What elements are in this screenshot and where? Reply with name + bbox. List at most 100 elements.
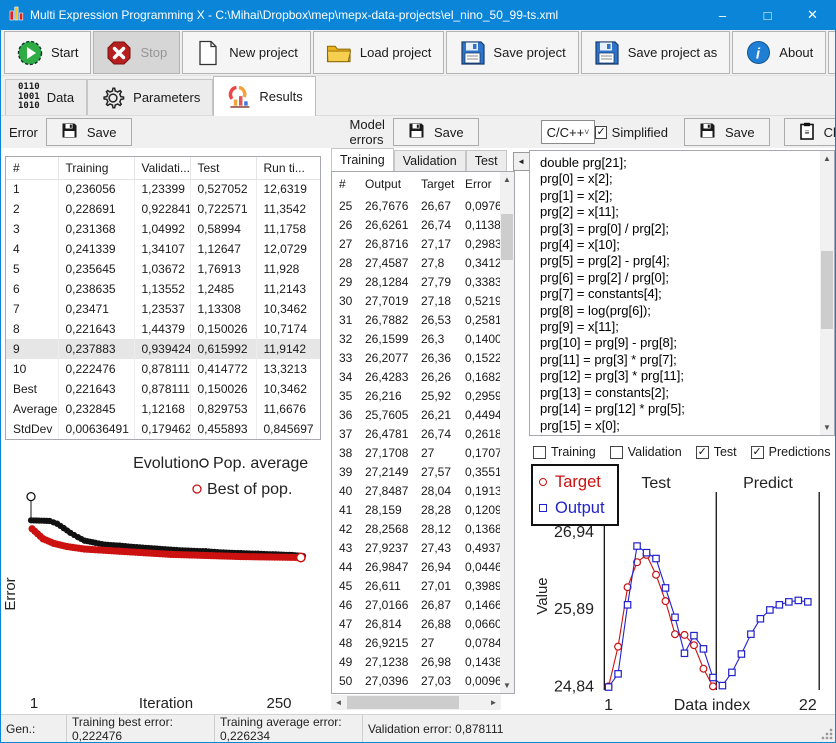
table-row[interactable]: Average0,2328451,121680,82975311,6676: [6, 399, 320, 419]
tab-validation[interactable]: Validation: [394, 150, 466, 171]
model-table-vscrollbar[interactable]: ▲ ▼: [500, 172, 514, 693]
scroll-down-arrow[interactable]: ▼: [820, 420, 834, 435]
tab-parameters[interactable]: Parameters: [87, 79, 213, 115]
training-toggle[interactable]: Training: [533, 445, 596, 459]
test-checkbox[interactable]: ✓: [696, 446, 709, 459]
table-row[interactable]: 4426,984726,940,044650: [332, 557, 500, 576]
table-row[interactable]: 3625,760526,210,449498: [332, 405, 500, 424]
maximize-button[interactable]: □: [745, 0, 790, 30]
clipboard-button[interactable]: ≡ Clipboa: [784, 118, 836, 146]
save-project-as-button[interactable]: Save project as: [581, 31, 731, 74]
close-button[interactable]: ✕: [790, 0, 835, 30]
column-header[interactable]: Training: [58, 157, 134, 179]
start-button[interactable]: Start: [4, 31, 91, 74]
model-table-hscrollbar[interactable]: ◄ ►: [331, 695, 501, 710]
table-row[interactable]: 2928,128427,790,338365: [332, 272, 500, 291]
table-row[interactable]: 2827,458727,80,341298: [332, 253, 500, 272]
column-header[interactable]: Run ti...: [256, 157, 320, 179]
table-row[interactable]: 4027,848728,040,191323: [332, 481, 500, 500]
load-project-button[interactable]: Load project: [313, 31, 445, 74]
validation-checkbox[interactable]: [610, 446, 623, 459]
table-row[interactable]: 20,2286910,9228410,72257111,3542: [6, 199, 320, 219]
table-row[interactable]: 3326,207726,360,152287: [332, 348, 500, 367]
column-header[interactable]: Output: [358, 172, 414, 196]
column-header[interactable]: #: [332, 172, 358, 196]
table-row[interactable]: Best0,2216430,8781110,15002610,3462: [6, 379, 320, 399]
predictions-checkbox[interactable]: ✓: [751, 446, 764, 459]
table-row[interactable]: 4826,9215270,078470: [332, 633, 500, 652]
table-row[interactable]: 100,2224760,8781110,41477213,3213: [6, 359, 320, 379]
table-row[interactable]: 60,2386351,135521,248511,2143: [6, 279, 320, 299]
scroll-up-arrow[interactable]: ▲: [500, 172, 514, 187]
table-row[interactable]: 5027,039627,030,009634: [332, 671, 500, 690]
table-cell: 46: [332, 595, 358, 614]
table-row[interactable]: 4327,923727,430,493738: [332, 538, 500, 557]
scroll-left-arrow[interactable]: ◄: [331, 695, 346, 710]
validation-toggle[interactable]: Validation: [610, 445, 682, 459]
table-row[interactable]: 3027,701927,180,521945: [332, 291, 500, 310]
scroll-right-arrow[interactable]: ►: [486, 695, 501, 710]
predictions-toggle[interactable]: ✓Predictions: [751, 445, 831, 459]
table-row[interactable]: 3726,478126,740,261882: [332, 424, 500, 443]
about-button[interactable]: i About: [732, 31, 826, 74]
scrollbar-thumb[interactable]: [821, 251, 833, 329]
table-cell: 12,6319: [256, 179, 320, 199]
table-row[interactable]: 4128,15928,280,120951: [332, 500, 500, 519]
scrollbar-thumb[interactable]: [347, 696, 459, 709]
column-header[interactable]: Validati...: [134, 157, 190, 179]
column-header[interactable]: Error: [458, 172, 500, 196]
table-row[interactable]: 4726,81426,880,066008: [332, 614, 500, 633]
legend-pop-average: Pop. average: [213, 455, 308, 472]
table-row[interactable]: 90,2378830,9394240,61599211,9142: [6, 339, 320, 359]
table-row[interactable]: 4627,016626,870,146609: [332, 595, 500, 614]
table-row[interactable]: 40,2413391,341071,1264712,0729: [6, 239, 320, 259]
save-project-button[interactable]: Save project: [446, 31, 578, 74]
tab-results[interactable]: Results: [213, 76, 315, 116]
minimize-button[interactable]: –: [700, 0, 745, 30]
table-row[interactable]: 50,2356451,036721,7691311,928: [6, 259, 320, 279]
model-errors-save-button[interactable]: Save: [393, 118, 479, 146]
tab-data[interactable]: 0110 1001 1010 Data: [5, 79, 87, 115]
column-header[interactable]: #: [6, 157, 58, 179]
generated-code-box[interactable]: double prg[21];prg[0] = x[2];prg[1] = x[…: [529, 150, 835, 436]
table-row[interactable]: 3226,159926,30,140062: [332, 329, 500, 348]
updates-button[interactable]: Updates: [828, 31, 836, 74]
column-header[interactable]: Target: [414, 172, 458, 196]
table-row[interactable]: 2626,626126,740,113891: [332, 215, 500, 234]
code-save-button[interactable]: Save: [684, 118, 770, 146]
table-row[interactable]: StdDev0,006364910,1794620,4558930,845697: [6, 419, 320, 439]
table-row[interactable]: 70,234711,235371,1330810,3462: [6, 299, 320, 319]
tab-scroll-left-button[interactable]: ◄: [513, 152, 530, 171]
tab-test[interactable]: Test: [466, 150, 507, 171]
tab-training[interactable]: Training: [331, 148, 394, 171]
table-row[interactable]: 3426,428326,260,168276: [332, 367, 500, 386]
table-row[interactable]: 4526,61127,010,398998: [332, 576, 500, 595]
table-row[interactable]: 10,2360561,233990,52705212,6319: [6, 179, 320, 199]
code-line: prg[4] = x[10];: [540, 237, 834, 253]
resize-grip[interactable]: [821, 728, 833, 740]
test-toggle[interactable]: ✓Test: [696, 445, 737, 459]
scroll-down-arrow[interactable]: ▼: [500, 678, 514, 693]
new-project-button[interactable]: New project: [182, 31, 311, 74]
training-checkbox[interactable]: [533, 446, 546, 459]
stop-button[interactable]: Stop: [93, 31, 180, 74]
column-header[interactable]: Test: [190, 157, 256, 179]
table-row[interactable]: 30,2313681,049920,5899411,1758: [6, 219, 320, 239]
table-row[interactable]: 3927,214927,570,355103: [332, 462, 500, 481]
scrollbar-thumb[interactable]: [501, 214, 513, 260]
table-row[interactable]: 3126,788226,530,258182: [332, 310, 500, 329]
table-row[interactable]: 2726,871627,170,298384: [332, 234, 500, 253]
table-row[interactable]: 4228,256828,120,136832: [332, 519, 500, 538]
table-row[interactable]: 2526,767626,670,097612: [332, 196, 500, 215]
table-cell: 27: [414, 633, 458, 652]
table-row[interactable]: 3526,21625,920,295984: [332, 386, 500, 405]
simplified-checkbox[interactable]: ✓: [595, 126, 606, 139]
scroll-up-arrow[interactable]: ▲: [820, 151, 834, 166]
language-select[interactable]: C/C++ ˅: [541, 120, 596, 144]
table-row[interactable]: 3827,1708270,170794: [332, 443, 500, 462]
table-cell: 27,0396: [358, 671, 414, 690]
table-row[interactable]: 80,2216431,443790,15002610,7174: [6, 319, 320, 339]
table-row[interactable]: 4927,123826,980,143835: [332, 652, 500, 671]
error-save-button[interactable]: Save: [46, 118, 132, 146]
code-vscrollbar[interactable]: ▲ ▼: [820, 151, 834, 435]
